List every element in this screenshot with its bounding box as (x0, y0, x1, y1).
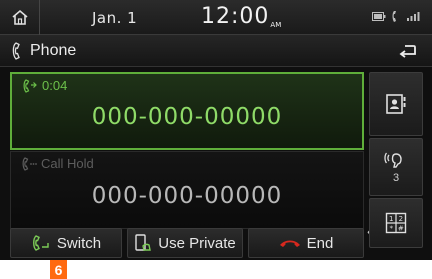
phone-icon (12, 42, 20, 60)
header-bar: Phone (0, 35, 432, 67)
held-call-panel[interactable]: Call Hold 000-000-00000 (10, 151, 364, 229)
mic-volume-level: 3 (392, 172, 400, 184)
end-call-button[interactable]: End (248, 228, 364, 258)
status-bar: Jan. 1 12:00AM (0, 0, 432, 35)
switch-call-icon (31, 235, 51, 251)
back-arrow-icon (399, 44, 416, 58)
use-private-button[interactable]: Use Private (127, 228, 243, 258)
back-button[interactable] (384, 35, 432, 66)
switch-button[interactable]: Switch (10, 228, 122, 258)
contacts-button[interactable] (369, 72, 423, 136)
keypad-button[interactable]: 1 2 * # (369, 198, 423, 248)
contacts-icon (386, 94, 406, 114)
call-hold-status: Call Hold (41, 156, 94, 171)
clock-ampm: AM (270, 21, 282, 29)
date-display: Jan. 1 (92, 9, 138, 27)
switch-label: Switch (56, 234, 102, 252)
bluetooth-phone-icon (392, 11, 396, 22)
clock: 12:00AM (201, 4, 281, 29)
svg-text:#: # (398, 225, 404, 233)
svg-text:2: 2 (399, 215, 403, 223)
active-call-panel[interactable]: 0:04 000-000-00000 (10, 72, 364, 150)
held-call-number: 000-000-00000 (91, 183, 283, 209)
status-icons (372, 10, 420, 23)
clock-time: 12:00 (201, 4, 270, 29)
microphone-volume-icon (384, 152, 402, 168)
call-active-icon (23, 79, 37, 93)
svg-text:*: * (389, 225, 393, 233)
phone-screen: Jan. 1 12:00AM Phone 0:04 000-000-00000 … (0, 0, 432, 260)
end-call-icon (279, 238, 301, 248)
end-label: End (306, 234, 334, 252)
home-icon (11, 9, 28, 25)
signal-icon (407, 12, 420, 21)
keypad-icon: 1 2 * # (385, 212, 407, 234)
active-call-number: 000-000-00000 (91, 104, 283, 130)
use-private-label: Use Private (158, 234, 236, 252)
home-button[interactable] (0, 0, 40, 35)
callout-badge: 6 (50, 260, 67, 279)
use-private-icon (134, 234, 152, 252)
page-title: Phone (30, 42, 77, 59)
battery-icon (372, 12, 386, 21)
call-duration: 0:04 (42, 78, 68, 93)
call-hold-icon (22, 157, 37, 171)
svg-text:1: 1 (389, 215, 393, 223)
mic-volume-button[interactable]: 3 (369, 138, 423, 196)
